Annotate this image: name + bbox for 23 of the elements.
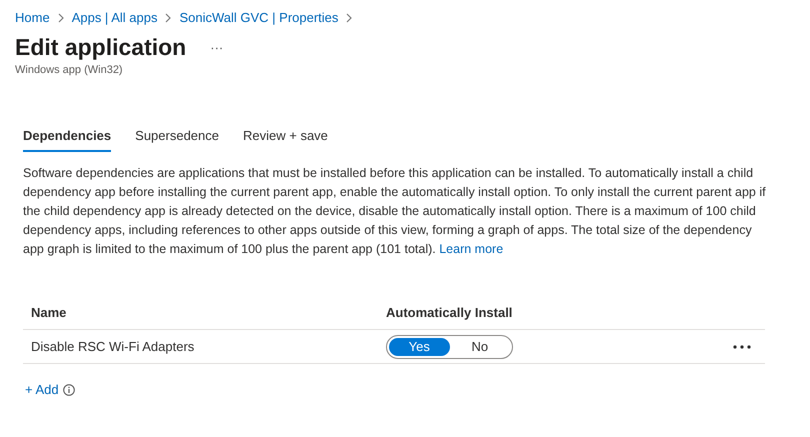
learn-more-link[interactable]: Learn more	[439, 242, 504, 256]
breadcrumb-link[interactable]: Apps | All apps	[72, 10, 158, 25]
tab[interactable]: Supersedence	[135, 126, 219, 152]
column-header: Name	[31, 304, 68, 320]
add-link[interactable]: + Add	[25, 382, 59, 397]
column-header: Automatically Install	[386, 304, 514, 320]
breadcrumb-link[interactable]: Home	[15, 10, 50, 25]
page-title: Edit application	[15, 34, 186, 61]
chevron-icon	[165, 12, 172, 22]
breadcrumb-link[interactable]: SonicWall GVC | Properties	[179, 10, 338, 25]
tab[interactable]: Review + save	[243, 126, 328, 152]
page-subtitle: Windows app (Win32)	[15, 64, 124, 76]
more-icon[interactable]	[733, 344, 751, 348]
chevron-icon	[346, 12, 352, 22]
tab[interactable]: Dependencies	[23, 126, 112, 152]
description-text: Software dependencies are applications that must be installed before this application can be installed. To automatically install a child dependency app before installing the current parent app, enable the automatically install option. To only install the current parent app if the child dependency app is already detected on the device, disable the automatically install option. There is a maximum of 100 child dependency apps, including references to other apps outside of this view, forming a graph of apps. The total size of the dependency app graph is limited to the maximum of 100 plus the parent app (101 total). Learn more	[23, 165, 767, 258]
chevron-icon	[58, 12, 64, 22]
toggle-option[interactable]: No	[450, 338, 510, 356]
info-icon[interactable]	[62, 384, 75, 396]
more-button[interactable]: ···	[208, 40, 226, 55]
yes-no-toggle[interactable]: Yes No	[386, 334, 513, 358]
table-cell-text: Disable RSC Wi-Fi Adapters	[31, 339, 196, 354]
toggle-option[interactable]: Yes	[389, 338, 450, 356]
